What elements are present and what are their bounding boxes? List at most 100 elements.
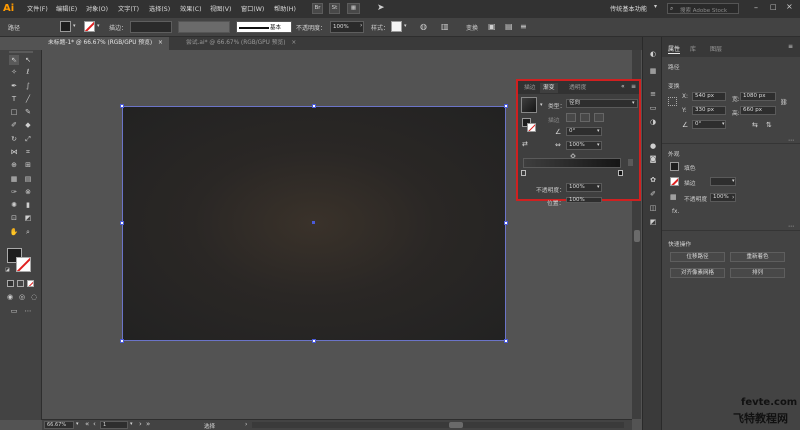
opacity-input[interactable]: 100% — [330, 21, 364, 33]
maximize-icon[interactable]: □ — [770, 3, 777, 11]
appearance-stroke-swatch[interactable] — [670, 177, 679, 186]
paintbrush-tool-icon[interactable]: ✎ — [23, 107, 33, 117]
line-tool-icon[interactable]: ╱ — [23, 94, 33, 104]
vertical-scroll-thumb[interactable] — [634, 230, 640, 242]
stroke-gradient-across-icon[interactable] — [594, 113, 604, 122]
close-tab-icon[interactable]: × — [291, 40, 296, 46]
flip-vertical-icon[interactable]: ⇅ — [766, 121, 772, 129]
artboard-tool-icon[interactable]: ⊡ — [9, 213, 19, 223]
opacity-arrow-icon[interactable]: › — [360, 22, 362, 29]
artboard-dropdown-icon[interactable]: ▾ — [130, 421, 133, 427]
column-graph-tool-icon[interactable]: ▮ — [23, 200, 33, 210]
y-input[interactable]: 330 px — [692, 106, 726, 115]
height-input[interactable]: 660 px — [740, 106, 776, 115]
zoom-level-input[interactable]: 66.67% — [44, 421, 74, 429]
stroke-gradient-within-icon[interactable] — [566, 113, 576, 122]
tab-stroke[interactable]: 描边 — [521, 83, 539, 93]
reverse-gradient-icon[interactable]: ⇄ — [522, 140, 528, 148]
shape-builder-tool-icon[interactable]: ⊕ — [9, 160, 19, 170]
variable-width-profile[interactable] — [178, 21, 230, 33]
rotate-input[interactable]: 0° — [692, 120, 726, 129]
appearance-opacity-arrow-icon[interactable]: › — [732, 194, 734, 201]
menu-help[interactable]: 帮助(H) — [274, 4, 296, 13]
mesh-tool-icon[interactable]: ▦ — [9, 174, 19, 184]
width-input[interactable]: 1080 px — [740, 92, 776, 101]
toolbar-grip[interactable] — [9, 51, 33, 53]
menu-window[interactable]: 窗口(W) — [241, 4, 264, 13]
draw-behind-icon[interactable]: ◎ — [17, 292, 27, 302]
appearance-opacity-label[interactable]: 不透明度 — [684, 194, 707, 203]
transform-link[interactable]: 变换 — [466, 23, 478, 32]
slice-tool-icon[interactable]: ◩ — [23, 213, 33, 223]
panel-menu-icon[interactable]: ≡ — [631, 83, 636, 90]
menu-object[interactable]: 对象(O) — [86, 4, 108, 13]
gradient-thumbnail[interactable] — [521, 97, 537, 113]
bridge-button[interactable]: Br — [312, 3, 323, 14]
stroke-indicator[interactable] — [527, 123, 536, 132]
panel-menu-icon[interactable]: ≡ — [520, 22, 527, 31]
recolor-icon[interactable]: ◍ — [420, 22, 427, 31]
appearance-stroke-label[interactable]: 描边 — [684, 178, 696, 187]
zoom-dropdown-icon[interactable]: ▾ — [76, 421, 79, 427]
tab-transparency[interactable]: 透明度 — [566, 83, 589, 93]
perspective-grid-tool-icon[interactable]: ⊞ — [23, 160, 33, 170]
handle-middle-left[interactable] — [120, 221, 124, 225]
stroke-swatch-none[interactable] — [84, 21, 95, 32]
horizontal-scrollbar[interactable] — [252, 422, 624, 428]
appearance-panel-icon[interactable]: ● — [648, 141, 658, 151]
status-arrow-icon[interactable]: › — [245, 421, 247, 428]
shaper-tool-icon[interactable]: ✐ — [9, 120, 19, 130]
layers-panel-icon[interactable]: ◫ — [648, 203, 658, 213]
handle-middle-right[interactable] — [504, 221, 508, 225]
brushes-panel-icon[interactable]: ✐ — [648, 189, 658, 199]
stroke-gradient-along-icon[interactable] — [580, 113, 590, 122]
constrain-proportions-icon[interactable]: ⛓ — [780, 99, 788, 106]
gradient-slider[interactable] — [523, 158, 621, 168]
none-mode-icon[interactable] — [27, 280, 34, 287]
stroke-weight-dropdown-icon[interactable]: ▾ — [732, 178, 735, 184]
next-artboard-icon[interactable]: › — [139, 420, 142, 428]
stroke-dropdown-icon[interactable]: ▾ — [97, 23, 100, 29]
tab-libraries[interactable]: 库 — [690, 44, 696, 53]
tab-layers[interactable]: 图层 — [710, 44, 722, 53]
appearance-fill-swatch[interactable] — [670, 162, 679, 171]
selection-tool-icon[interactable]: ⇖ — [9, 55, 19, 65]
arrange-documents-icon[interactable]: ▦ — [347, 3, 360, 14]
edit-toolbar-icon[interactable]: ⋯ — [23, 306, 33, 316]
handle-top-middle[interactable] — [312, 104, 316, 108]
fill-dropdown-icon[interactable]: ▾ — [73, 23, 76, 29]
artboards-panel-icon[interactable]: ◩ — [648, 217, 658, 227]
menu-select[interactable]: 选择(S) — [149, 4, 170, 13]
offset-path-button[interactable]: 位移路径 — [670, 252, 725, 262]
magic-wand-tool-icon[interactable]: ✧ — [9, 67, 19, 77]
draw-inside-icon[interactable]: ◌ — [29, 292, 39, 302]
color-panel-icon[interactable]: ◐ — [648, 49, 658, 59]
graphic-styles-panel-icon[interactable]: ◙ — [648, 154, 658, 164]
stroke-panel-icon[interactable]: ≡ — [648, 89, 658, 99]
swatches-panel-icon[interactable]: ▦ — [648, 66, 658, 76]
transparency-panel-icon[interactable]: ◑ — [648, 117, 658, 127]
align-icon[interactable]: ▥ — [441, 22, 449, 31]
workspace-dropdown-icon[interactable]: ▾ — [654, 3, 657, 10]
angle-dropdown-icon[interactable]: ▾ — [597, 128, 600, 134]
x-input[interactable]: 540 px — [692, 92, 726, 101]
color-mode-icon[interactable] — [7, 280, 14, 287]
handle-bottom-middle[interactable] — [312, 339, 316, 343]
reference-point-icon[interactable] — [668, 97, 677, 106]
eraser-tool-icon[interactable]: ◆ — [23, 120, 33, 130]
stock-search[interactable]: ⌕ 搜索 Adobe Stock — [667, 3, 739, 14]
workspace-switcher[interactable]: 传统基本功能 — [610, 4, 647, 13]
first-artboard-icon[interactable]: « — [85, 420, 89, 428]
stroke-weight-input[interactable] — [130, 21, 172, 33]
symbols-panel-icon[interactable]: ✿ — [648, 175, 658, 185]
send-icon[interactable]: ➤ — [377, 3, 385, 13]
artboard-number-input[interactable]: 1 — [100, 421, 128, 429]
gradient-mode-icon[interactable] — [17, 280, 24, 287]
delete-stop-icon[interactable] — [628, 159, 633, 166]
flip-horizontal-icon[interactable]: ⇆ — [752, 121, 758, 129]
isolate-icon[interactable]: ▣ — [488, 22, 496, 31]
tab-untitled-1[interactable]: 未标题-1* @ 66.67% (RGB/GPU 预览) × — [42, 37, 169, 50]
tab-gradient[interactable]: 渐变 — [540, 83, 558, 93]
fx-button[interactable]: fx. — [672, 209, 679, 215]
gradient-stop-start[interactable] — [521, 170, 526, 176]
